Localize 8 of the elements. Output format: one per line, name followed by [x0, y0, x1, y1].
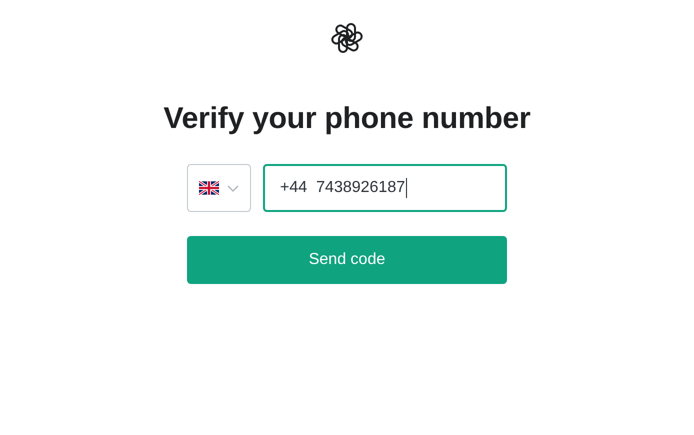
chevron-down-icon: [227, 184, 239, 192]
phone-input-field[interactable]: +44 7438926187: [263, 164, 507, 212]
page-title: Verify your phone number: [164, 102, 530, 136]
country-code: +44: [280, 179, 308, 197]
knot-logo-icon: [331, 22, 363, 54]
phone-number: 7438926187: [316, 179, 406, 197]
flag-icon: [199, 181, 219, 195]
country-select[interactable]: [187, 164, 251, 212]
